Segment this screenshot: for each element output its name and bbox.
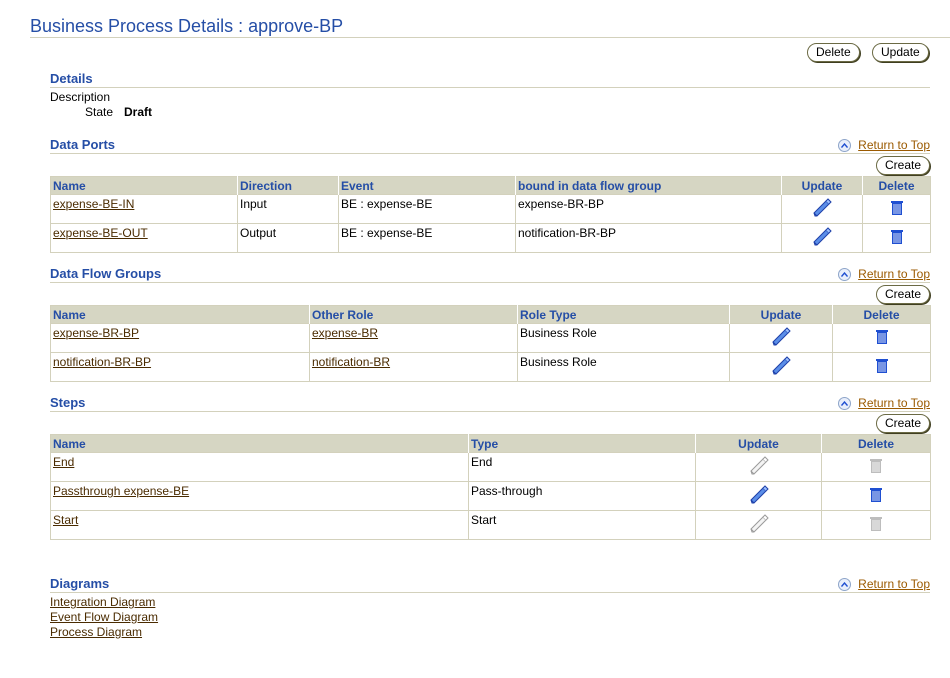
- delete-button[interactable]: Delete: [807, 43, 860, 62]
- data-ports-table: Name Direction Event bound in data flow …: [50, 176, 931, 253]
- step-name-link[interactable]: Passthrough expense-BE: [53, 484, 189, 498]
- port-name-link[interactable]: expense-BE-OUT: [53, 226, 148, 240]
- port-event: BE : expense-BE: [338, 194, 516, 224]
- step-name-link[interactable]: End: [53, 455, 74, 469]
- col-update: Update: [729, 305, 833, 324]
- create-data-port-button[interactable]: Create: [876, 156, 931, 175]
- step-name-link[interactable]: Start: [53, 513, 78, 527]
- steps-divider: [50, 411, 930, 412]
- return-to-top-link[interactable]: Return to Top: [838, 267, 930, 281]
- role-type: Business Role: [517, 352, 730, 382]
- pencil-icon[interactable]: [811, 226, 833, 250]
- pencil-icon[interactable]: [770, 355, 792, 379]
- table-row: notification-BR-BP notification-BR Busin…: [50, 352, 931, 382]
- return-to-top-label[interactable]: Return to Top: [858, 267, 930, 281]
- port-group: notification-BR-BP: [515, 223, 782, 253]
- trash-icon-disabled: [869, 458, 883, 477]
- state-value: Draft: [124, 105, 153, 119]
- create-data-flow-group-button[interactable]: Create: [876, 285, 931, 304]
- state-label: State: [85, 105, 114, 119]
- col-delete: Delete: [832, 305, 931, 324]
- col-event: Event: [338, 176, 516, 195]
- details-divider: [50, 87, 930, 88]
- pencil-icon-disabled: [748, 455, 770, 479]
- step-type: Pass-through: [468, 481, 696, 511]
- process-diagram-link[interactable]: Process Diagram: [50, 625, 142, 639]
- table-row: expense-BE-IN Input BE : expense-BE expe…: [50, 194, 931, 224]
- data-flow-groups-table: Name Other Role Role Type Update Delete …: [50, 305, 931, 382]
- data-ports-divider: [50, 153, 930, 154]
- table-row: Passthrough expense-BE Pass-through: [50, 481, 931, 511]
- title-divider: [30, 37, 950, 38]
- diagrams-heading: Diagrams: [50, 576, 110, 591]
- return-to-top-link[interactable]: Return to Top: [838, 138, 930, 152]
- trash-icon[interactable]: [890, 229, 904, 248]
- pencil-icon[interactable]: [811, 197, 833, 221]
- trash-icon[interactable]: [875, 358, 889, 377]
- trash-icon[interactable]: [890, 200, 904, 219]
- port-group: expense-BR-BP: [515, 194, 782, 224]
- data-flow-groups-heading: Data Flow Groups: [50, 266, 162, 281]
- table-row: expense-BE-OUT Output BE : expense-BE no…: [50, 223, 931, 253]
- data-flow-groups-divider: [50, 282, 930, 283]
- pencil-icon-disabled: [748, 513, 770, 537]
- chevron-up-icon: [838, 267, 852, 281]
- return-to-top-link[interactable]: Return to Top: [838, 577, 930, 591]
- other-role-link[interactable]: expense-BR: [312, 326, 378, 340]
- port-direction: Output: [237, 223, 339, 253]
- port-direction: Input: [237, 194, 339, 224]
- col-delete: Delete: [862, 176, 931, 195]
- col-delete: Delete: [821, 434, 931, 453]
- create-step-button[interactable]: Create: [876, 414, 931, 433]
- steps-heading: Steps: [50, 395, 86, 410]
- description-label: Description: [50, 90, 111, 104]
- integration-diagram-link[interactable]: Integration Diagram: [50, 595, 155, 609]
- details-heading: Details: [50, 71, 93, 86]
- col-name: Name: [50, 176, 238, 195]
- col-type: Type: [468, 434, 696, 453]
- other-role-link[interactable]: notification-BR: [312, 355, 390, 369]
- table-row: End End: [50, 452, 931, 482]
- diagrams-divider: [50, 592, 930, 593]
- return-to-top-label[interactable]: Return to Top: [858, 577, 930, 591]
- group-name-link[interactable]: notification-BR-BP: [53, 355, 151, 369]
- col-update: Update: [781, 176, 863, 195]
- col-other-role: Other Role: [309, 305, 518, 324]
- trash-icon[interactable]: [869, 487, 883, 506]
- trash-icon-disabled: [869, 516, 883, 535]
- pencil-icon[interactable]: [770, 326, 792, 350]
- col-bound-group: bound in data flow group: [515, 176, 782, 195]
- event-flow-diagram-link[interactable]: Event Flow Diagram: [50, 610, 158, 624]
- page-title: Business Process Details : approve-BP: [30, 16, 344, 36]
- table-row: expense-BR-BP expense-BR Business Role: [50, 323, 931, 353]
- col-direction: Direction: [237, 176, 339, 195]
- step-type: Start: [468, 510, 696, 540]
- chevron-up-icon: [838, 396, 852, 410]
- trash-icon[interactable]: [875, 329, 889, 348]
- port-event: BE : expense-BE: [338, 223, 516, 253]
- return-to-top-label[interactable]: Return to Top: [858, 138, 930, 152]
- col-name: Name: [50, 434, 469, 453]
- col-role-type: Role Type: [517, 305, 730, 324]
- port-name-link[interactable]: expense-BE-IN: [53, 197, 134, 211]
- step-type: End: [468, 452, 696, 482]
- table-row: Start Start: [50, 510, 931, 540]
- pencil-icon[interactable]: [748, 484, 770, 508]
- chevron-up-icon: [838, 577, 852, 591]
- return-to-top-label[interactable]: Return to Top: [858, 396, 930, 410]
- role-type: Business Role: [517, 323, 730, 353]
- col-update: Update: [695, 434, 822, 453]
- return-to-top-link[interactable]: Return to Top: [838, 396, 930, 410]
- col-name: Name: [50, 305, 310, 324]
- diagram-links: Integration Diagram Event Flow Diagram P…: [50, 595, 158, 640]
- chevron-up-icon: [838, 138, 852, 152]
- update-button[interactable]: Update: [872, 43, 929, 62]
- steps-table: Name Type Update Delete End End Passthro…: [50, 434, 931, 540]
- group-name-link[interactable]: expense-BR-BP: [53, 326, 139, 340]
- data-ports-heading: Data Ports: [50, 137, 116, 152]
